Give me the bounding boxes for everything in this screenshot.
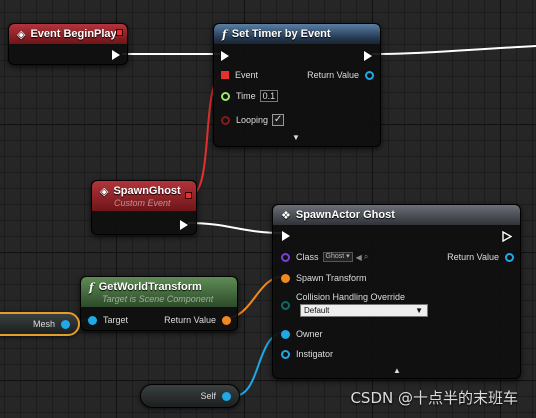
set-timer-node[interactable]: f Set Timer by Event Event Return Value …: [213, 23, 381, 147]
instigator-label: Instigator: [296, 349, 334, 359]
self-label: Self: [200, 391, 216, 401]
looping-pin-label: Looping: [236, 115, 269, 125]
instigator-input-pin[interactable]: [281, 349, 290, 359]
collapse-advanced-arrow[interactable]: ▲: [393, 366, 401, 375]
float-input-pin[interactable]: [221, 91, 230, 101]
exec-output-pin[interactable]: [180, 220, 188, 230]
gwt-return-row: Return Value: [158, 313, 231, 327]
spawn-actor-icon: ❖: [281, 209, 291, 222]
target-pin-row: Target: [88, 313, 134, 327]
collision-row: [281, 298, 290, 312]
browse-icon[interactable]: ◀: [356, 253, 362, 262]
watermark: CSDN @十点半的末班车: [350, 389, 518, 407]
spawn-ghost-event-node[interactable]: ◈ SpawnGhost Custom Event: [91, 180, 197, 235]
exec-input-pin[interactable]: [221, 51, 229, 61]
spawn-ghost-title: SpawnGhost: [113, 185, 181, 197]
event-pin-label: Event: [235, 70, 259, 80]
spawn-actor-header[interactable]: ❖ SpawnActor Ghost: [273, 205, 520, 225]
event-beginplay-header[interactable]: ◈ Event BeginPlay: [9, 24, 127, 44]
get-world-transform-subtitle: Target is Scene Component: [102, 293, 214, 304]
spawn-actor-title: SpawnActor Ghost: [295, 209, 395, 221]
owner-row: Owner: [281, 327, 329, 341]
target-input-pin[interactable]: [88, 315, 97, 325]
looping-checkbox[interactable]: ✓: [272, 114, 285, 126]
enum-input-pin[interactable]: [281, 300, 290, 310]
delegate-output-pin[interactable]: [116, 29, 123, 36]
exec-output-pin[interactable]: [502, 230, 512, 242]
gwt-return-label: Return Value: [164, 315, 216, 325]
spawn-ghost-subtitle: Custom Event: [114, 197, 171, 208]
set-timer-title: Set Timer by Event: [231, 28, 331, 40]
owner-input-pin[interactable]: [281, 329, 290, 339]
spawn-ghost-header[interactable]: ◈ SpawnGhost Custom Event: [92, 181, 196, 211]
collision-dropdown-value: Default: [304, 306, 330, 315]
bool-input-pin[interactable]: [221, 115, 230, 125]
class-input-pin[interactable]: [281, 252, 290, 262]
spawn-return-label: Return Value: [447, 252, 499, 262]
mesh-label: Mesh: [32, 319, 55, 329]
instigator-row: Instigator: [281, 347, 339, 361]
function-f-icon: f: [89, 280, 94, 294]
diamond-event-icon: ◈: [17, 28, 26, 41]
time-pin-row: Time 0.1: [221, 89, 279, 103]
mesh-variable-node[interactable]: Mesh: [0, 312, 80, 336]
self-output-pin[interactable]: [222, 391, 231, 401]
exec-output-pin[interactable]: [364, 51, 372, 61]
chevron-down-icon: ▼: [415, 306, 423, 315]
diamond-event-icon: ◈: [100, 185, 109, 198]
class-pin-row: Class Ghost ▾ ◀ ⌕: [281, 250, 368, 264]
set-timer-exec-in-row: [221, 49, 229, 63]
delegate-input-pin[interactable]: [221, 71, 229, 79]
time-pin-label: Time: [236, 91, 256, 101]
owner-label: Owner: [296, 329, 323, 339]
class-dropdown[interactable]: Ghost ▾: [322, 252, 353, 262]
class-pin-label: Class: [296, 252, 319, 262]
spawn-actor-exec-in-row: [282, 229, 290, 243]
return-value-row: Return Value: [301, 68, 374, 82]
spawn-ghost-exec-out-row: [180, 218, 188, 232]
get-world-transform-node[interactable]: f GetWorldTransform Target is Scene Comp…: [80, 276, 238, 331]
spawn-actor-exec-out-row: [502, 229, 512, 243]
spawn-actor-node[interactable]: ❖ SpawnActor Ghost Class Ghost ▾ ◀ ⌕ Ret…: [272, 204, 521, 379]
spawn-transform-label: Spawn Transform: [296, 273, 367, 283]
exec-output-pin[interactable]: [112, 50, 120, 60]
event-beginplay-node[interactable]: ◈ Event BeginPlay: [8, 23, 128, 65]
looping-pin-row: Looping ✓: [221, 113, 285, 127]
wire-exec-spawnghost-spawnactor: [187, 222, 285, 234]
exec-out-row: [112, 48, 120, 62]
get-world-transform-title: GetWorldTransform: [98, 281, 202, 293]
expand-advanced-arrow[interactable]: ▼: [292, 133, 300, 142]
get-world-transform-header[interactable]: f GetWorldTransform Target is Scene Comp…: [81, 277, 237, 307]
target-label: Target: [103, 315, 129, 325]
return-value-label: Return Value: [307, 70, 359, 80]
mesh-output-pin[interactable]: [61, 319, 70, 329]
spawn-return-row: Return Value: [441, 250, 514, 264]
transform-input-pin[interactable]: [281, 273, 290, 283]
set-timer-header[interactable]: f Set Timer by Event: [214, 24, 380, 44]
exec-input-pin[interactable]: [282, 231, 290, 241]
self-node[interactable]: Self: [140, 384, 240, 408]
set-timer-exec-out-row: [364, 49, 372, 63]
function-f-icon: f: [222, 27, 227, 41]
time-value-input[interactable]: 0.1: [259, 90, 279, 102]
event-pin-row: Event: [221, 68, 264, 82]
wire-exec-settimer-out: [371, 45, 536, 55]
actor-output-pin[interactable]: [505, 252, 514, 262]
use-selected-icon[interactable]: ⌕: [364, 252, 368, 262]
collision-dropdown[interactable]: Default ▼: [300, 304, 428, 317]
delegate-output-pin[interactable]: [185, 192, 192, 199]
collision-label: Collision Handling Override: [296, 292, 406, 302]
class-dropdown-value: Ghost: [325, 253, 345, 260]
timer-handle-output-pin[interactable]: [365, 70, 374, 80]
event-beginplay-title: Event BeginPlay: [30, 28, 117, 40]
spawn-transform-row: Spawn Transform: [281, 271, 373, 285]
transform-output-pin[interactable]: [222, 315, 231, 325]
